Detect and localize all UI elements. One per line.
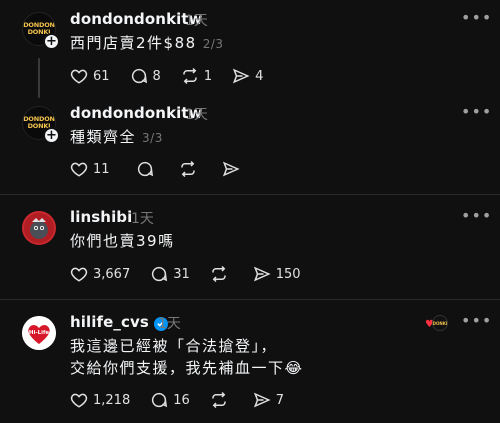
follow-plus-icon[interactable]: + bbox=[43, 33, 60, 50]
comment-count: 16 bbox=[173, 392, 190, 408]
comment-button[interactable]: 16 bbox=[150, 391, 190, 409]
repost-button[interactable] bbox=[179, 160, 202, 178]
post-actions: 3,667 31 150 bbox=[70, 264, 321, 284]
repost-button[interactable] bbox=[210, 391, 233, 409]
share-button[interactable] bbox=[222, 160, 245, 178]
post-text-line-1: 我這邊已經被「合法搶登」， bbox=[70, 337, 278, 355]
post-time: 1天 bbox=[158, 316, 181, 332]
comment-count: 8 bbox=[152, 68, 161, 84]
repost-icon bbox=[212, 391, 226, 409]
avatar[interactable] bbox=[22, 211, 56, 245]
heart-icon bbox=[70, 393, 88, 408]
post-text-content: 西門店賣2件$88 bbox=[70, 34, 197, 52]
comment-count: 31 bbox=[173, 266, 190, 282]
avatar[interactable]: DONDON DONKI + bbox=[22, 12, 60, 50]
username-text[interactable]: hilife_cvs bbox=[70, 313, 149, 331]
comment-button[interactable] bbox=[136, 160, 159, 178]
username[interactable]: dondondonkitw bbox=[70, 104, 203, 122]
avatar-image: Hi-Life bbox=[22, 316, 56, 350]
post-time: 1天 bbox=[131, 211, 154, 227]
share-count: 7 bbox=[275, 392, 285, 408]
avatar[interactable]: DONDON DONKI + bbox=[22, 106, 60, 144]
follow-plus-icon[interactable]: + bbox=[43, 127, 60, 144]
comment-icon bbox=[137, 161, 153, 177]
divider bbox=[0, 299, 500, 300]
heart-icon bbox=[70, 162, 88, 177]
send-icon bbox=[253, 392, 271, 408]
comment-button[interactable]: 8 bbox=[130, 67, 161, 85]
repost-button[interactable] bbox=[210, 265, 233, 283]
mascot-icon bbox=[25, 214, 53, 242]
username[interactable]: linshibi bbox=[70, 208, 132, 226]
share-count: 4 bbox=[255, 68, 264, 84]
more-options-icon[interactable]: ••• bbox=[461, 102, 492, 121]
more-options-icon[interactable]: ••• bbox=[461, 206, 492, 225]
repost-icon bbox=[180, 160, 195, 178]
more-options-icon[interactable]: ••• bbox=[461, 8, 492, 27]
post-text-line-2: 交給你們支援，我先補血一下😂 bbox=[70, 359, 304, 377]
thread-line bbox=[38, 58, 40, 98]
post-counter: 2/3 bbox=[202, 37, 224, 51]
share-button[interactable]: 7 bbox=[253, 391, 284, 409]
send-icon bbox=[233, 68, 250, 84]
hilife-logo-icon: Hi-Life bbox=[22, 316, 56, 350]
avatar-logo-text: Hi-Life bbox=[29, 330, 50, 336]
username[interactable]: hilife_cvs bbox=[70, 313, 168, 331]
comment-icon bbox=[152, 266, 168, 282]
post-text-content: 種類齊全 bbox=[70, 128, 137, 146]
send-icon bbox=[222, 161, 240, 177]
divider bbox=[0, 194, 500, 195]
heart-icon bbox=[70, 69, 88, 84]
repost-button[interactable]: 1 bbox=[181, 67, 212, 85]
like-button[interactable]: 61 bbox=[70, 67, 110, 85]
share-count: 150 bbox=[275, 266, 301, 282]
comment-icon bbox=[152, 392, 168, 408]
share-button[interactable]: 4 bbox=[232, 67, 263, 85]
send-icon bbox=[253, 266, 271, 282]
username[interactable]: dondondonkitw bbox=[70, 10, 203, 28]
like-count: 11 bbox=[93, 161, 110, 177]
post-text: 西門店賣2件$88 2/3 bbox=[70, 32, 224, 55]
like-button[interactable]: 1,218 bbox=[70, 391, 130, 409]
comment-icon bbox=[131, 68, 147, 84]
post-time: 1天 bbox=[185, 107, 208, 123]
more-options-icon[interactable]: ••• bbox=[461, 311, 492, 330]
share-button[interactable]: 150 bbox=[253, 265, 301, 283]
liked-by-author-icon: ♥ DONKI bbox=[425, 314, 449, 332]
post-time: 1天 bbox=[185, 13, 208, 29]
post-text: 種類齊全 3/3 bbox=[70, 126, 163, 149]
post-counter: 3/3 bbox=[142, 131, 163, 145]
post-actions: 11 bbox=[70, 159, 265, 179]
like-count: 61 bbox=[93, 68, 110, 84]
post-text: 你們也賣39嗎 bbox=[70, 232, 175, 250]
post-actions: 61 8 1 4 bbox=[70, 66, 283, 86]
repost-icon bbox=[212, 265, 226, 283]
repost-icon bbox=[183, 67, 197, 85]
avatar[interactable]: Hi-Life bbox=[22, 316, 56, 350]
comment-button[interactable]: 31 bbox=[150, 265, 190, 283]
heart-icon bbox=[70, 267, 88, 282]
avatar-image bbox=[22, 211, 56, 245]
like-button[interactable]: 3,667 bbox=[70, 265, 130, 283]
like-button[interactable]: 11 bbox=[70, 160, 110, 178]
like-count: 1,218 bbox=[93, 392, 131, 408]
post-actions: 1,218 16 7 bbox=[70, 390, 304, 410]
repost-count: 1 bbox=[203, 68, 213, 84]
like-count: 3,667 bbox=[93, 266, 131, 282]
